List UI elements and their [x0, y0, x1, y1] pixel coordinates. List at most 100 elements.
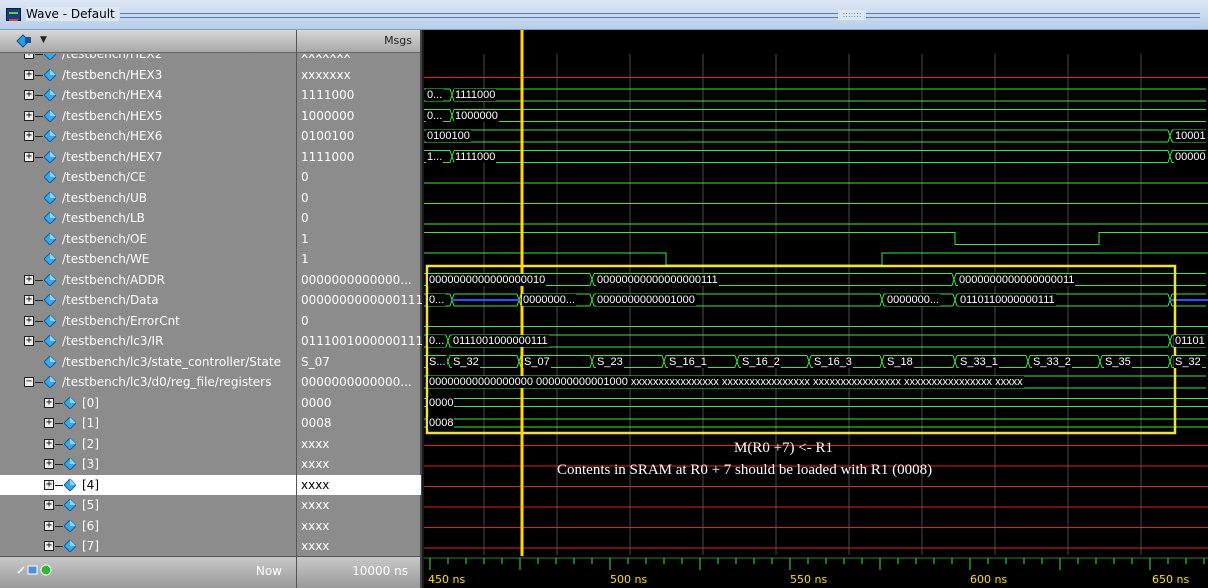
signal-row[interactable]: /testbench/CE — [0, 167, 296, 188]
state-wave-value: S_16_2 — [741, 355, 781, 368]
state-wave-value: S_35 — [1104, 355, 1132, 368]
signal-name: /testbench/WE — [62, 252, 150, 266]
expand-icon[interactable]: + — [24, 69, 34, 80]
wave-window-icon — [6, 8, 21, 21]
tree-connector — [35, 54, 43, 55]
signal-row[interactable]: + /testbench/HEX3 — [0, 65, 296, 86]
signal-row[interactable]: + [1] — [0, 413, 296, 434]
values-footer: 10000 ns — [297, 556, 420, 588]
tree-connector — [55, 546, 63, 547]
signal-row[interactable]: + [6] — [0, 516, 296, 537]
signal-row[interactable]: /testbench/WE — [0, 249, 296, 270]
bus-transition — [1025, 355, 1031, 368]
addr-wave-value: 0000000000000000010 — [428, 273, 547, 286]
signal-name: /testbench/HEX7 — [62, 149, 163, 164]
signal-row[interactable]: + /testbench/lc3/IR — [0, 331, 296, 352]
signal-diamond-icon — [44, 232, 56, 245]
signal-row[interactable]: + /testbench/HEX4 — [0, 85, 296, 106]
signal-value: 0008 — [301, 416, 332, 430]
expand-icon[interactable]: + — [44, 500, 54, 510]
expand-icon[interactable]: + — [24, 110, 34, 121]
signal-row[interactable]: /testbench/LB — [0, 208, 296, 229]
signal-row[interactable]: + [7] — [0, 536, 296, 557]
bus-transition — [661, 355, 667, 368]
state-wave-value: S_18 — [886, 355, 914, 368]
expand-icon[interactable]: + — [44, 459, 54, 469]
signal-row[interactable]: /testbench/lc3/state_controller/State — [0, 352, 296, 373]
expand-icon[interactable]: + — [44, 438, 54, 449]
signal-diamond-icon — [44, 130, 56, 142]
signal-name: [7] — [82, 539, 99, 553]
bus-transition — [806, 355, 812, 368]
signal-row[interactable]: /testbench/UB — [0, 188, 296, 209]
waveform-canvas[interactable] — [424, 30, 1208, 588]
footer-cursor-icons[interactable] — [16, 563, 56, 577]
signal-row[interactable]: + [5] — [0, 495, 296, 516]
expand-icon[interactable]: + — [44, 479, 54, 490]
annotation-line-1: M(R0 +7) <- R1 — [734, 440, 834, 456]
signal-name: [0] — [82, 395, 99, 410]
hex4-wave-value: 0... — [426, 89, 444, 101]
bus-transition — [516, 355, 522, 368]
expand-icon[interactable]: + — [24, 90, 34, 100]
bus-transition — [952, 293, 958, 307]
signal-value: 0000000000000111 — [301, 293, 424, 307]
signal-name: [4] — [82, 477, 99, 492]
tree-connector — [35, 74, 43, 76]
expand-icon[interactable]: + — [44, 418, 54, 428]
signal-diamond-icon — [44, 150, 56, 163]
chevron-down-icon[interactable]: ▼ — [40, 35, 47, 45]
expand-icon[interactable]: + — [24, 151, 34, 162]
signal-row[interactable]: + /testbench/HEX5 — [0, 106, 296, 127]
expand-icon[interactable]: + — [24, 295, 34, 305]
signal-row[interactable]: − /testbench/lc3/d0/reg_file/registers — [0, 372, 296, 393]
signal-row[interactable]: + /testbench/HEX7 — [0, 147, 296, 168]
bus-transition — [445, 355, 451, 368]
expand-icon[interactable]: + — [44, 541, 54, 551]
signal-name: /testbench/lc3/state_controller/State — [62, 354, 281, 369]
expand-icon[interactable]: + — [44, 520, 54, 531]
wave-tool-icon[interactable] — [16, 34, 32, 48]
expand-icon[interactable]: + — [24, 131, 34, 141]
we-wave — [424, 252, 1208, 266]
waveform-pane[interactable]: 0... 1111000 0... 1000000 0100100 10001 1... 11… — [424, 30, 1208, 588]
signal-row[interactable]: /testbench/OE — [0, 229, 296, 250]
names-footer: Now — [0, 556, 296, 588]
signal-row[interactable]: + /testbench/Data — [0, 290, 296, 311]
signal-name: [3] — [82, 457, 99, 471]
signal-value: 0 — [301, 170, 309, 184]
bus-transition — [1167, 355, 1173, 368]
signal-name: /testbench/ErrorCnt — [62, 313, 180, 328]
signal-diamond-icon — [64, 458, 76, 470]
titlebar-grip-icon[interactable]: ::::::: — [838, 10, 866, 20]
ir-wave-value: 0... — [428, 335, 446, 347]
signal-value: 0 — [301, 211, 309, 225]
expand-icon[interactable]: + — [24, 336, 34, 346]
hex6-wave-value: 0100100 — [426, 130, 471, 142]
signal-row[interactable]: + [0] — [0, 393, 296, 414]
signal-value: 0111001000000111 — [301, 334, 424, 348]
addr-wave-value: 00000000000000000111 — [596, 273, 719, 286]
signal-value: xxxx — [301, 518, 330, 533]
signal-diamond-icon — [44, 171, 56, 183]
hex7-wave-value: 00000 — [1174, 150, 1207, 163]
signal-name: /testbench/OE — [62, 231, 147, 246]
signal-value: xxxx — [301, 539, 330, 553]
signal-row[interactable]: + [3] — [0, 454, 296, 475]
state-wave-value: S_23 — [596, 355, 624, 368]
tree-connector — [35, 136, 43, 137]
collapse-icon[interactable]: − — [24, 377, 34, 387]
signal-name: /testbench/lc3/d0/reg_file/registers — [62, 375, 272, 389]
hex7-wave-value: 1111000 — [454, 150, 497, 163]
signal-row[interactable]: + /testbench/ADDR — [0, 270, 296, 291]
signal-row[interactable]: + /testbench/HEX6 — [0, 126, 296, 147]
signal-row[interactable]: + [4] — [0, 474, 296, 495]
expand-icon[interactable]: + — [44, 397, 54, 408]
signal-row[interactable]: + [2] — [0, 434, 296, 455]
bus-transition — [589, 273, 595, 286]
signal-row[interactable]: + /testbench/ErrorCnt — [0, 311, 296, 332]
annotation-line-2: Contents in SRAM at R0 + 7 should be loa… — [557, 462, 933, 478]
expand-icon[interactable]: + — [24, 274, 34, 285]
expand-icon[interactable]: + — [24, 315, 34, 326]
signal-diamond-icon — [64, 417, 76, 429]
